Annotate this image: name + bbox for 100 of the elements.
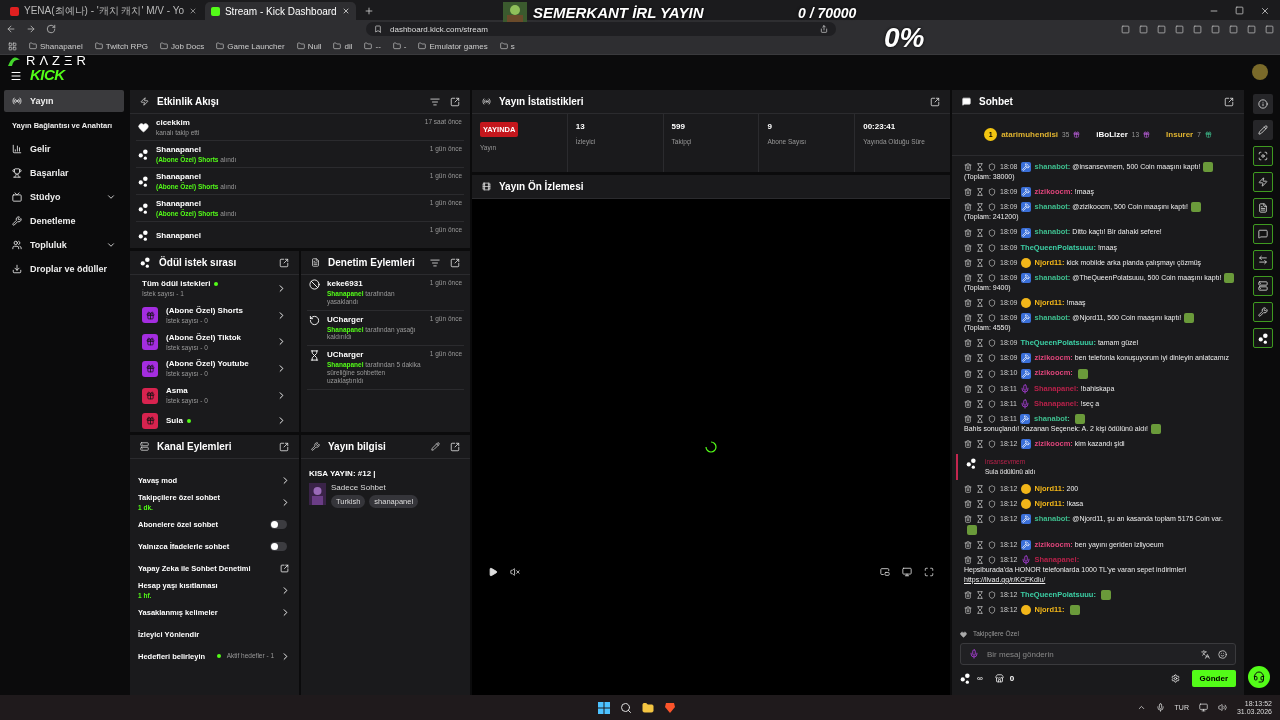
- volume-icon[interactable]: [1217, 703, 1227, 712]
- start-icon[interactable]: [598, 701, 610, 714]
- expand-icon[interactable]: [450, 96, 460, 107]
- sidebar-item[interactable]: Yayın: [4, 90, 124, 112]
- trash-icon[interactable]: [964, 273, 972, 282]
- send-button[interactable]: Gönder: [1191, 670, 1236, 687]
- hourglass-icon[interactable]: [976, 555, 984, 564]
- trash-icon[interactable]: [964, 314, 972, 323]
- toggle-switch[interactable]: [270, 541, 287, 551]
- expand-icon[interactable]: [930, 96, 940, 107]
- browser-tab[interactable]: YENA(최예나) - '캐치 캐치' M/V - Yo: [4, 2, 203, 20]
- hourglass-icon[interactable]: [976, 399, 984, 408]
- pip-icon[interactable]: [880, 567, 890, 577]
- play-icon[interactable]: [488, 567, 498, 577]
- edit-button[interactable]: [1253, 120, 1273, 140]
- shield-icon[interactable]: [988, 243, 996, 252]
- address-bar[interactable]: dashboard.kick.com/stream: [366, 22, 836, 36]
- shield-icon[interactable]: [988, 314, 996, 323]
- close-icon[interactable]: [188, 7, 197, 15]
- shield-icon[interactable]: [988, 555, 996, 564]
- hourglass-icon[interactable]: [976, 540, 984, 549]
- hourglass-icon[interactable]: [976, 515, 984, 524]
- hourglass-icon[interactable]: [976, 500, 984, 509]
- expand-icon[interactable]: [1224, 96, 1234, 107]
- trash-icon[interactable]: [964, 500, 972, 509]
- close-icon[interactable]: [341, 7, 350, 15]
- focus-button[interactable]: [1253, 146, 1273, 166]
- trash-icon[interactable]: [964, 354, 972, 363]
- sidebar-item[interactable]: Gelir: [4, 138, 124, 160]
- trash-icon[interactable]: [964, 399, 972, 408]
- trash-icon[interactable]: [964, 555, 972, 564]
- reload-icon[interactable]: [46, 24, 56, 34]
- bookmark[interactable]: s: [499, 41, 515, 51]
- hourglass-icon[interactable]: [976, 299, 984, 308]
- theater-icon[interactable]: [902, 567, 912, 577]
- shield-icon[interactable]: [988, 163, 996, 172]
- new-tab-icon[interactable]: [363, 6, 374, 16]
- hourglass-icon[interactable]: [976, 314, 984, 323]
- kick-logo[interactable]: KICK: [30, 67, 65, 82]
- bookmark[interactable]: Twitch RPG: [94, 41, 148, 51]
- hourglass-icon[interactable]: [976, 415, 984, 424]
- browser-tab[interactable]: Stream - Kick Dashboard: [204, 2, 356, 20]
- hourglass-icon[interactable]: [976, 258, 984, 267]
- shield-icon[interactable]: [988, 203, 996, 212]
- trash-icon[interactable]: [964, 606, 972, 615]
- trash-icon[interactable]: [964, 515, 972, 524]
- tray-icon[interactable]: [1136, 703, 1146, 712]
- expand-icon[interactable]: [450, 441, 460, 452]
- bookmark[interactable]: Game Launcher: [216, 41, 285, 51]
- sidebar-item[interactable]: Topluluk: [4, 234, 124, 256]
- shield-icon[interactable]: [988, 273, 996, 282]
- hourglass-icon[interactable]: [976, 440, 984, 449]
- sidebar-item[interactable]: Droplar ve ödüller: [4, 258, 124, 280]
- message-input[interactable]: Bir mesaj gönderin: [960, 643, 1236, 665]
- trash-icon[interactable]: [964, 485, 972, 494]
- hourglass-icon[interactable]: [976, 591, 984, 600]
- trash-icon[interactable]: [964, 384, 972, 393]
- hourglass-icon[interactable]: [976, 384, 984, 393]
- trash-icon[interactable]: [964, 339, 972, 348]
- hourglass-icon[interactable]: [976, 273, 984, 282]
- shield-icon[interactable]: [988, 384, 996, 393]
- share-icon[interactable]: [820, 25, 828, 33]
- shield-icon[interactable]: [988, 369, 996, 378]
- hourglass-icon[interactable]: [976, 339, 984, 348]
- bookmark[interactable]: Job Docs: [159, 41, 205, 51]
- mute-icon[interactable]: [510, 567, 520, 577]
- shield-icon[interactable]: [988, 540, 996, 549]
- mic-icon[interactable]: [1155, 703, 1165, 712]
- shield-icon[interactable]: [988, 399, 996, 408]
- trash-icon[interactable]: [964, 540, 972, 549]
- menu-icon[interactable]: [10, 70, 22, 82]
- hourglass-icon[interactable]: [976, 354, 984, 363]
- apps-icon[interactable]: [8, 41, 17, 51]
- bookmark-icon[interactable]: [374, 25, 382, 33]
- shield-icon[interactable]: [988, 415, 996, 424]
- bookmark[interactable]: --: [364, 41, 381, 51]
- wrench-button[interactable]: [1253, 302, 1273, 322]
- trash-icon[interactable]: [964, 369, 972, 378]
- expand-icon[interactable]: [279, 257, 289, 268]
- shield-icon[interactable]: [988, 299, 996, 308]
- hourglass-icon[interactable]: [976, 369, 984, 378]
- shield-icon[interactable]: [988, 354, 996, 363]
- hourglass-icon[interactable]: [976, 163, 984, 172]
- shield-icon[interactable]: [988, 258, 996, 267]
- bookmark[interactable]: Shanapanel: [29, 41, 83, 51]
- hourglass-icon[interactable]: [976, 188, 984, 197]
- trash-icon[interactable]: [964, 188, 972, 197]
- hourglass-icon[interactable]: [976, 243, 984, 252]
- expand-icon[interactable]: [279, 441, 289, 452]
- sidebar-item[interactable]: Stüdyo: [4, 186, 124, 208]
- info-button[interactable]: [1253, 94, 1273, 114]
- network-icon[interactable]: [1198, 703, 1208, 712]
- reward-item[interactable]: Sula: [130, 409, 299, 432]
- bookmark[interactable]: Null: [296, 41, 322, 51]
- back-icon[interactable]: [6, 24, 16, 34]
- filter-icon[interactable]: [430, 96, 440, 107]
- hourglass-icon[interactable]: [976, 485, 984, 494]
- search-icon[interactable]: [620, 701, 632, 714]
- browser-icon[interactable]: [664, 701, 676, 714]
- bookmark[interactable]: -: [392, 41, 407, 51]
